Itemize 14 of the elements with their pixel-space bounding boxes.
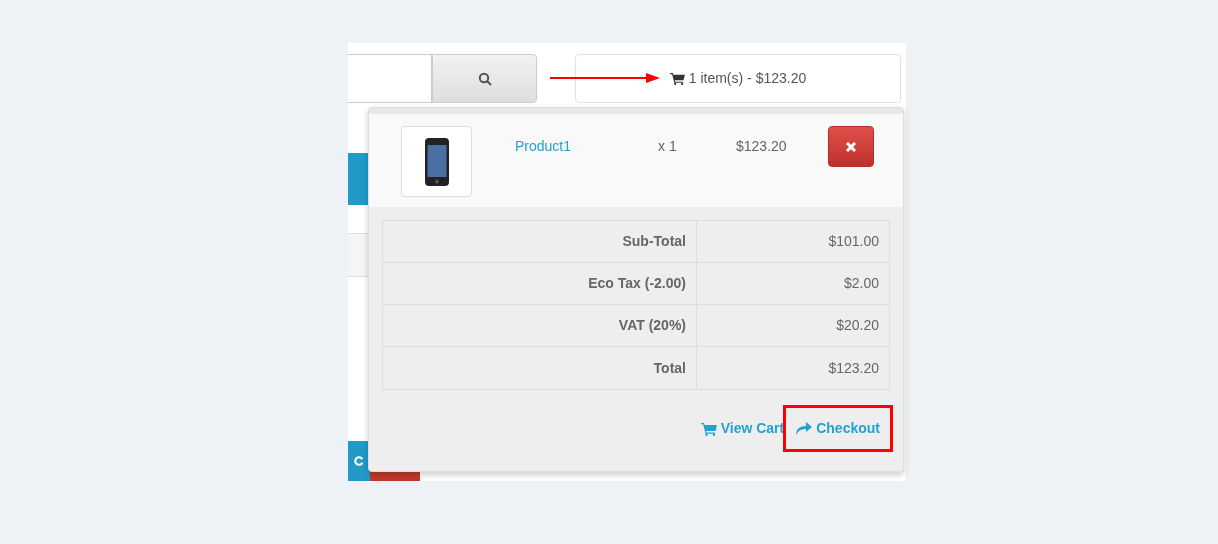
- total-label-cell: VAT (20%): [383, 305, 697, 346]
- total-label-cell: Sub-Total: [383, 221, 697, 262]
- product-link[interactable]: Product1: [515, 136, 625, 157]
- checkout-link[interactable]: Checkout: [796, 418, 880, 439]
- price-text: $123.20: [736, 137, 788, 156]
- total-value-cell-text: $2.00: [842, 274, 880, 293]
- quantity-text: x 1: [658, 137, 678, 156]
- cart-button[interactable]: 1 item(s) - $123.20: [575, 54, 901, 103]
- total-value-cell-text: $123.20: [827, 358, 880, 378]
- total-value-cell-text: $101.00: [827, 232, 880, 251]
- view-cart-link[interactable]: View Cart: [700, 418, 785, 439]
- total-label-cell: Eco Tax (-2.00): [383, 263, 697, 304]
- total-value-cell-text: $20.20: [835, 316, 880, 335]
- total-label-cell: Total: [383, 347, 697, 389]
